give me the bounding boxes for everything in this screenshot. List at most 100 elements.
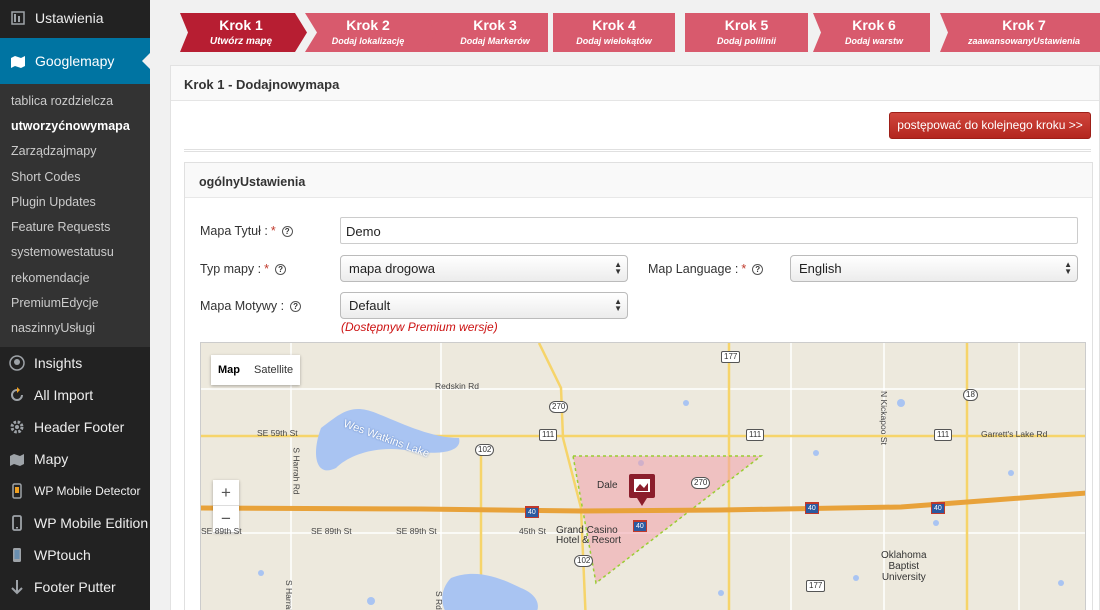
main-content: Krok 1 Utwórz mapę Krok 2 Dodaj lokaliza… [150, 0, 1100, 610]
gear-icon [9, 419, 25, 435]
map-title-label: Mapa Tytuł : * ? [200, 223, 293, 239]
sidebar-item-label: Mapy [34, 450, 69, 467]
step-6[interactable]: Krok 6 Dodaj warstw [818, 13, 930, 52]
map-preview[interactable]: Map Satellite + − Redskin Rd SE 59th St … [200, 342, 1086, 610]
step-subtitle: Dodaj warstw [844, 36, 903, 46]
map-language-label: Map Language : * ? [648, 261, 764, 277]
sidebar-item-label: Ustawienia [35, 10, 104, 26]
map-icon [9, 451, 25, 467]
step-subtitle: Utwórz mapę [209, 36, 273, 47]
next-step-button[interactable]: postępować do kolejnego kroku >> [889, 112, 1091, 139]
map-label: Redskin Rd [435, 381, 479, 391]
step-subtitle: Dodaj lokalizację [331, 36, 405, 46]
map-icon [10, 53, 26, 69]
card-title: Krok 1 - Dodajnowymapa [171, 66, 1099, 101]
arrow-down-icon [9, 579, 25, 595]
sidebar-item-label: Footer Putter [34, 578, 116, 595]
sidebar-item-label: All Import [34, 386, 94, 403]
submenu-manage-maps[interactable]: Zarządzajmapy [0, 139, 150, 164]
select-value: English [799, 261, 842, 276]
sidebar-item-all-import[interactable]: All Import [0, 379, 150, 411]
submenu-short-codes[interactable]: Short Codes [0, 164, 150, 189]
submenu-plugin-updates[interactable]: Plugin Updates [0, 189, 150, 214]
submenu-create-map[interactable]: utworzyćnowymapa [0, 113, 150, 138]
select-value: mapa drogowa [349, 261, 435, 276]
step-3[interactable]: Krok 3 Dodaj Markerów [438, 13, 552, 52]
select-arrows-icon: ▲ ▼ [614, 297, 622, 313]
sidebar-item-label: Header Footer [34, 418, 125, 435]
step-7[interactable]: Krok 7 zaawansowanyUstawienia [948, 13, 1100, 52]
sidebar-item-mapy[interactable]: Mapy [0, 443, 150, 475]
route-shield: 102 [475, 444, 495, 456]
interstate-shield: 40 [525, 506, 539, 518]
help-icon[interactable]: ? [290, 300, 302, 312]
map-type-control: Map Satellite [211, 355, 301, 385]
step-subtitle: Dodaj polilinii [717, 36, 776, 46]
sidebar-item-label: Googlemapy [35, 53, 115, 69]
route-shield: 111 [934, 429, 953, 441]
route-shield: 102 [574, 555, 594, 567]
premium-note: (Dostępnyw Premium wersje) [341, 320, 498, 334]
submenu-premium[interactable]: PremiumEdycje [0, 290, 150, 315]
satellite-view-button[interactable]: Satellite [247, 355, 300, 385]
label-text: Typ mapy : [200, 262, 262, 276]
sidebar-item-settings[interactable]: Ustawienia [0, 0, 150, 36]
general-settings-panel: ogólnyUstawienia Mapa Tytuł : * ? Demo T… [184, 162, 1093, 610]
sidebar-item-insights[interactable]: Insights [0, 347, 150, 379]
interstate-shield: 40 [633, 520, 647, 532]
map-view-button[interactable]: Map [211, 355, 247, 385]
map-label: S Rd [434, 591, 444, 610]
zoom-in-button[interactable]: + [213, 480, 239, 506]
required-mark: * [264, 262, 270, 276]
submenu-feature-requests[interactable]: Feature Requests [0, 214, 150, 239]
insights-icon [9, 355, 25, 371]
route-shield: 177 [721, 351, 741, 363]
submenu-system-status[interactable]: systemowestatusu [0, 240, 150, 265]
map-language-select[interactable]: English ▲ ▼ [790, 255, 1078, 282]
wizard-steps: Krok 1 Utwórz mapę Krok 2 Dodaj lokaliza… [180, 13, 1100, 52]
sidebar-item-label: WP Mobile Edition [34, 514, 149, 531]
help-icon[interactable]: ? [281, 225, 293, 237]
map-label: SE 89th St [311, 526, 352, 536]
help-icon[interactable]: ? [752, 263, 764, 275]
route-shield: 177 [806, 580, 826, 592]
step-title: Krok 2 [346, 17, 390, 33]
step-title: Krok 1 [219, 17, 263, 33]
sidebar-item-footer-putter[interactable]: Footer Putter [0, 571, 150, 603]
mobile-icon [9, 483, 25, 499]
step-5[interactable]: Krok 5 Dodaj polilinii [685, 13, 808, 52]
map-label: Oklahoma Baptist University [881, 550, 927, 583]
step-subtitle: zaawansowanyUstawienia [967, 36, 1081, 46]
route-shield: 270 [549, 401, 569, 413]
device-icon [9, 547, 25, 563]
step-2[interactable]: Krok 2 Dodaj lokalizację [310, 13, 426, 52]
submenu-dashboard[interactable]: tablica rozdzielcza [0, 88, 150, 113]
settings-icon [10, 10, 26, 26]
sidebar-item-header-footer[interactable]: Header Footer [0, 411, 150, 443]
sidebar-item-wp-mobile-edition[interactable]: WP Mobile Edition [0, 507, 150, 539]
step-4[interactable]: Krok 4 Dodaj wielokątów [553, 13, 675, 52]
required-mark: * [741, 262, 747, 276]
sidebar-item-label: WPtouch [34, 546, 91, 563]
sidebar-item-wptouch[interactable]: WPtouch [0, 539, 150, 571]
interstate-shield: 40 [931, 502, 945, 514]
sidebar-item-googlemaps[interactable]: Googlemapy [0, 38, 150, 84]
interstate-shield: 40 [805, 502, 819, 514]
map-label: SE 59th St [257, 428, 298, 438]
map-label: Grand Casino Hotel & Resort [556, 525, 622, 546]
submenu-recommendations[interactable]: rekomendacje [0, 265, 150, 290]
step-1[interactable]: Krok 1 Utwórz mapę [180, 13, 302, 52]
submenu-other-services[interactable]: naszinnyUsługi [0, 316, 150, 341]
map-title-input[interactable]: Demo [340, 217, 1078, 244]
step-title: Krok 7 [1002, 17, 1046, 33]
route-shield: 111 [746, 429, 765, 441]
sidebar-item-wp-mobile-detector[interactable]: WP Mobile Detector [0, 475, 150, 507]
map-type-select[interactable]: mapa drogowa ▲ ▼ [340, 255, 628, 282]
help-icon[interactable]: ? [275, 263, 287, 275]
admin-sidebar: Ustawienia Googlemapy tablica rozdzielcz… [0, 0, 150, 610]
map-label: S Harrah Rd [291, 447, 302, 495]
map-label: Garrett's Lake Rd [981, 429, 1048, 439]
map-theme-select[interactable]: Default ▲ ▼ [340, 292, 628, 319]
phone-icon [9, 515, 25, 531]
route-shield: 111 [539, 429, 558, 441]
